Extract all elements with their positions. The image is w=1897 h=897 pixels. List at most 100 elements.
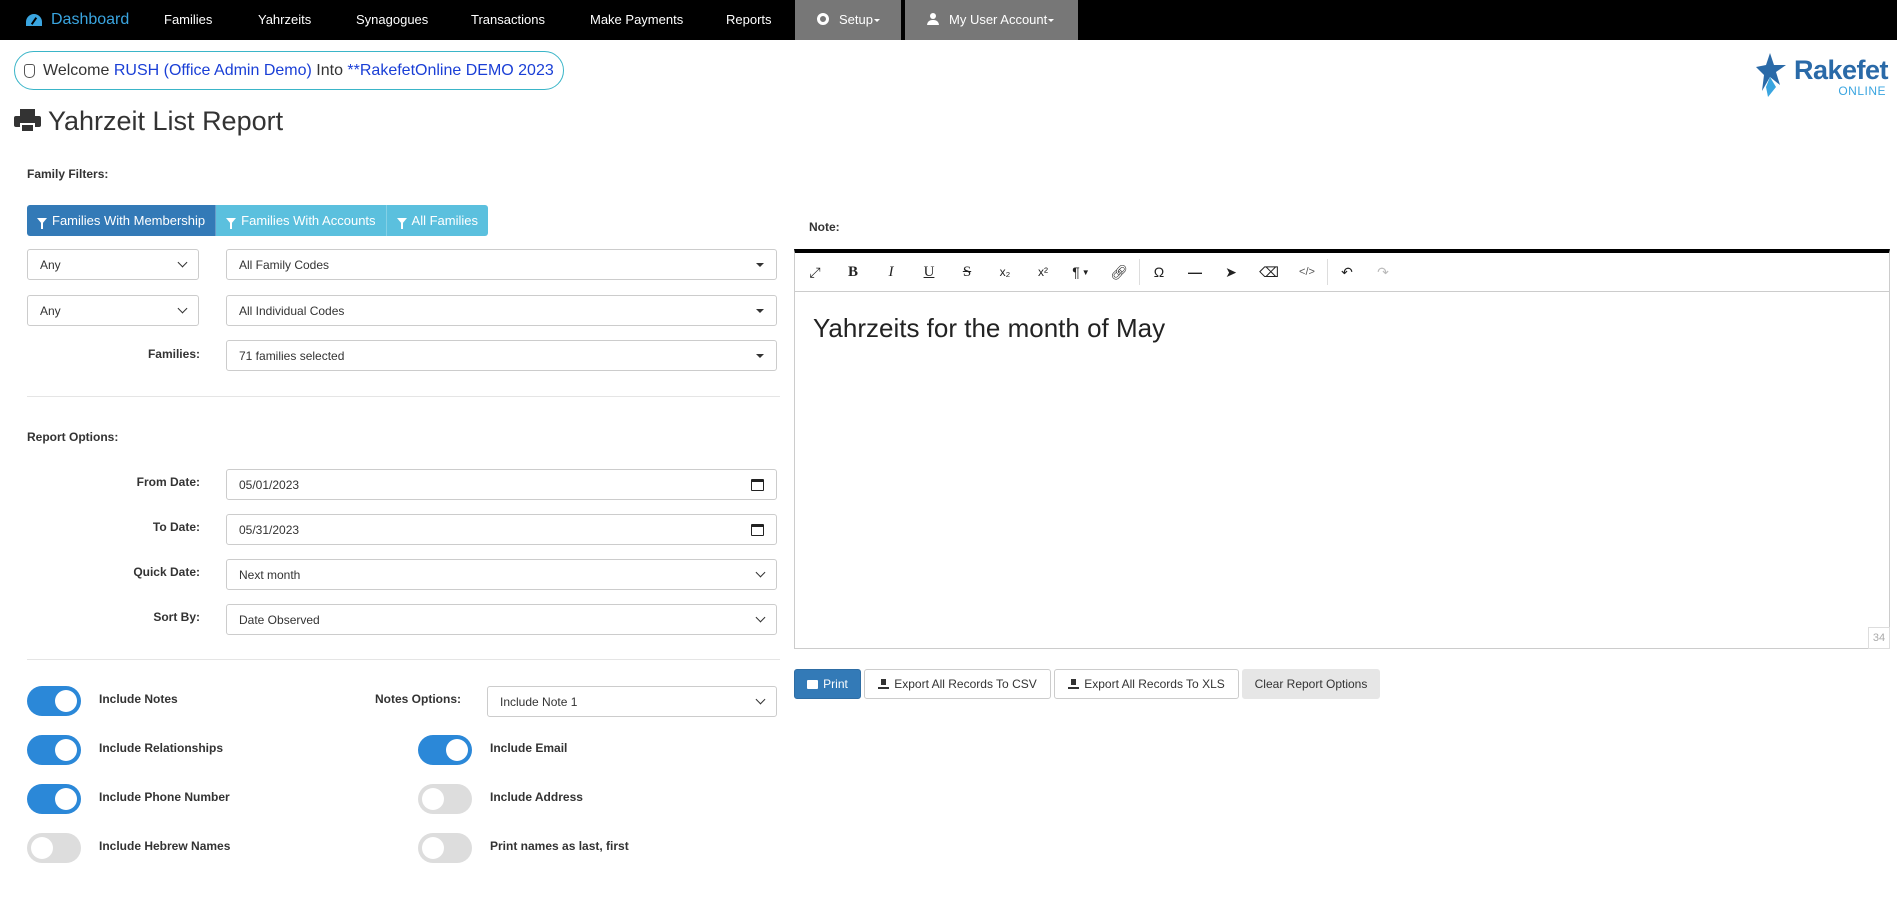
input-value: 05/31/2023 [239, 522, 300, 537]
nav-account-dropdown[interactable]: My User Account [905, 0, 1078, 40]
caret-down-icon [873, 19, 880, 23]
welcome-prefix: Welcome [43, 61, 110, 79]
to-date-label: To Date: [152, 520, 200, 534]
page-title: Yahrzeit List Report [14, 104, 283, 138]
individual-code-any-select[interactable]: Any [27, 295, 199, 326]
export-csv-button[interactable]: Export All Records To CSV [864, 669, 1051, 699]
nav-setup-dropdown[interactable]: Setup [795, 0, 901, 40]
notes-options-label: Notes Options: [375, 692, 461, 706]
code-view-icon[interactable]: </> [1289, 253, 1325, 291]
nav-synagogues[interactable]: Synagogues [356, 0, 428, 40]
italic-icon[interactable]: I [873, 253, 909, 291]
welcome-middle: Into [316, 61, 343, 79]
underline-icon[interactable]: U [911, 253, 947, 291]
button-label: Export All Records To XLS [1084, 677, 1225, 691]
select-value: Include Note 1 [500, 694, 578, 709]
link-icon[interactable]: 🔗︎ [1101, 253, 1137, 291]
all-families-button[interactable]: All Families [386, 205, 488, 236]
include-notes-toggle[interactable] [27, 686, 81, 716]
families-label: Families: [147, 347, 200, 361]
setup-label: Setup [839, 12, 873, 27]
families-with-membership-button[interactable]: Families With Membership [27, 205, 217, 236]
strikethrough-icon[interactable]: S [949, 253, 985, 291]
select-value: All Family Codes [239, 257, 330, 272]
select-value: Date Observed [239, 612, 320, 627]
export-icon [878, 679, 890, 689]
note-label: Note: [809, 220, 840, 234]
superscript-icon[interactable]: x² [1025, 253, 1061, 291]
export-xls-button[interactable]: Export All Records To XLS [1054, 669, 1239, 699]
select-value: Any [40, 257, 61, 272]
redo-icon[interactable]: ↷ [1365, 253, 1401, 291]
to-date-input[interactable]: 05/31/2023 [226, 514, 777, 545]
family-code-any-select[interactable]: Any [27, 249, 199, 280]
nav-families[interactable]: Families [164, 0, 212, 40]
welcome-org[interactable]: **RakefetOnline DEMO 2023 [347, 62, 553, 80]
editor-toolbar: ⤢ B I U S x₂ x² ¶ ▼ 🔗︎ Ω — ➤ ⌫ </> ↶ ↷ [795, 253, 1889, 292]
sort-by-label: Sort By: [153, 610, 200, 624]
include-relationships-toggle[interactable] [27, 735, 81, 765]
fullscreen-icon[interactable]: ⤢ [797, 253, 833, 291]
clear-report-options-button[interactable]: Clear Report Options [1242, 669, 1380, 699]
print-last-first-label: Print names as last, first [490, 839, 629, 853]
undo-icon[interactable]: ↶ [1329, 253, 1365, 291]
select-cursor-icon[interactable]: ➤ [1213, 253, 1249, 291]
individual-codes-select[interactable]: All Individual Codes [226, 295, 777, 326]
eraser-icon[interactable]: ⌫ [1251, 253, 1287, 291]
print-last-first-toggle[interactable] [418, 833, 472, 863]
caret-down-icon [756, 353, 764, 358]
filter-icon [396, 217, 407, 229]
input-value: 05/01/2023 [239, 477, 300, 492]
bold-icon[interactable]: B [835, 253, 871, 291]
family-filters-label: Family Filters: [27, 167, 109, 181]
family-codes-select[interactable]: All Family Codes [226, 249, 777, 280]
filter-icon [226, 217, 237, 229]
subscript-icon[interactable]: x₂ [987, 253, 1023, 291]
horizontal-rule-icon[interactable]: — [1177, 253, 1213, 291]
quick-date-label: Quick Date: [133, 565, 200, 579]
nav-make-payments[interactable]: Make Payments [590, 0, 683, 40]
from-date-input[interactable]: 05/01/2023 [226, 469, 777, 500]
calendar-icon[interactable] [751, 478, 764, 491]
include-hebrew-names-toggle[interactable] [27, 833, 81, 863]
include-email-label: Include Email [490, 741, 568, 755]
button-label: Families With Membership [52, 213, 206, 228]
include-phone-toggle[interactable] [27, 784, 81, 814]
families-select[interactable]: 71 families selected [226, 340, 777, 371]
chevron-down-icon [755, 567, 766, 578]
welcome-user[interactable]: RUSH (Office Admin Demo) [114, 62, 312, 80]
include-phone-label: Include Phone Number [99, 790, 230, 804]
nav-transactions[interactable]: Transactions [471, 0, 545, 40]
include-address-label: Include Address [490, 790, 583, 804]
button-label: Print [823, 677, 848, 691]
families-with-accounts-button[interactable]: Families With Accounts [216, 205, 387, 236]
note-editor: ⤢ B I U S x₂ x² ¶ ▼ 🔗︎ Ω — ➤ ⌫ </> ↶ ↷ Ya… [794, 249, 1890, 649]
dashboard-link[interactable]: Dashboard [26, 0, 129, 40]
char-counter: 34 [1868, 627, 1890, 649]
note-content[interactable]: Yahrzeits for the month of May [813, 313, 1165, 344]
user-icon [927, 13, 939, 25]
nav-yahrzeits[interactable]: Yahrzeits [258, 0, 311, 40]
select-value: All Individual Codes [239, 303, 345, 318]
sort-by-select[interactable]: Date Observed [226, 604, 777, 635]
quick-date-select[interactable]: Next month [226, 559, 777, 590]
notes-options-select[interactable]: Include Note 1 [487, 686, 777, 717]
include-email-toggle[interactable] [418, 735, 472, 765]
logo-sub: ONLINE [1838, 84, 1886, 98]
chevron-down-icon [177, 257, 188, 268]
select-value: Any [40, 303, 61, 318]
print-button[interactable]: Print [794, 669, 861, 699]
select-value: Next month [239, 567, 301, 582]
include-address-toggle[interactable] [418, 784, 472, 814]
nav-reports[interactable]: Reports [726, 0, 772, 40]
include-relationships-label: Include Relationships [99, 741, 224, 755]
printer-icon [14, 109, 41, 133]
paragraph-icon[interactable]: ¶ ▼ [1063, 253, 1099, 291]
filter-icon [37, 217, 47, 229]
special-char-icon[interactable]: Ω [1141, 253, 1177, 291]
export-icon [1068, 679, 1080, 689]
welcome-banner: Welcome RUSH (Office Admin Demo) Into **… [14, 51, 564, 90]
calendar-icon[interactable] [751, 523, 764, 536]
top-navbar: Dashboard Families Yahrzeits Synagogues … [0, 0, 1897, 40]
select-value: 71 families selected [239, 348, 345, 363]
